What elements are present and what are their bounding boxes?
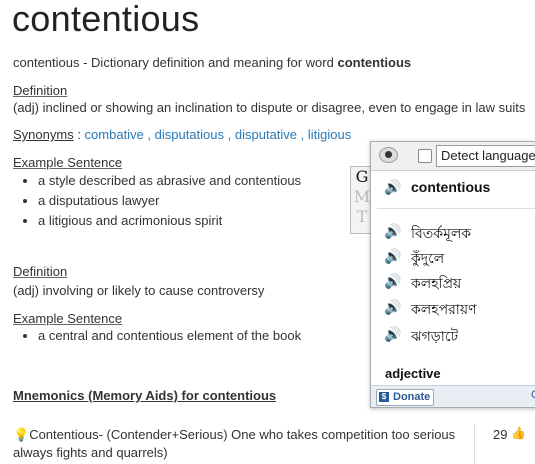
- example-item: a litigious and acrimonious spirit: [38, 211, 301, 231]
- example-list: a style described as abrasive and conten…: [20, 171, 301, 231]
- synonym-link[interactable]: disputatious: [155, 127, 224, 142]
- donate-button[interactable]: $ Donate: [376, 389, 435, 406]
- definition-text: (adj) inclined or showing an inclination…: [13, 100, 526, 115]
- synonym-link[interactable]: litigious: [308, 127, 351, 142]
- definition-label: Definition: [13, 83, 68, 98]
- part-of-speech: adjective: [385, 366, 441, 381]
- synonyms-row: Synonyms : combative , disputatious , di…: [13, 127, 352, 142]
- synonyms-colon: :: [73, 127, 85, 142]
- subtitle-prefix: contentious - Dictionary definition and …: [13, 55, 338, 70]
- example-item: a central and contentious element of the…: [38, 326, 301, 346]
- subtitle: contentious - Dictionary definition and …: [13, 55, 411, 70]
- source-word: contentious: [411, 179, 491, 195]
- bulb-icon: 💡: [13, 427, 30, 442]
- example-list: a central and contentious element of the…: [20, 326, 301, 346]
- speaker-icon[interactable]: 🔊: [384, 223, 401, 240]
- page-title: contentious: [12, 0, 200, 39]
- synonym-link[interactable]: disputative: [235, 127, 297, 142]
- translation-item: কলহপ্রিয়: [411, 276, 462, 292]
- speaker-icon[interactable]: 🔊: [384, 326, 401, 343]
- mnemonic-entry: 💡Contentious- (Contender+Serious) One wh…: [13, 426, 473, 462]
- mnemonic-text: Contentious- (Contender+Serious) One who…: [13, 427, 456, 460]
- synonyms-label: Synonyms: [13, 127, 74, 142]
- speaker-icon[interactable]: 🔊: [384, 299, 401, 316]
- translation-item: কলহপরায়ণ: [411, 302, 477, 318]
- translate-popup: Detect language 🔊 contentious 🔊 বিতর্কমূ…: [370, 141, 535, 408]
- speaker-icon[interactable]: 🔊: [384, 273, 401, 290]
- translation-item: বিতর্কমূলক: [411, 226, 472, 242]
- popup-footer: $ Donate C: [371, 385, 535, 407]
- example-sentence-label: Example Sentence: [13, 311, 123, 326]
- vote-count: 29: [493, 427, 508, 442]
- speaker-icon[interactable]: 🔊: [384, 248, 401, 265]
- definition-label: Definition: [13, 264, 68, 279]
- donate-label: Donate: [393, 391, 431, 403]
- thumbs-up-icon[interactable]: 👍: [511, 426, 526, 440]
- eye-icon[interactable]: [379, 147, 398, 163]
- mnemonics-title: Mnemonics (Memory Aids) for contentious: [13, 388, 277, 403]
- language-select[interactable]: Detect language: [436, 145, 535, 167]
- definition-text: (adj) involving or likely to cause contr…: [13, 283, 265, 298]
- dollar-icon: $: [379, 392, 389, 402]
- speaker-icon[interactable]: 🔊: [384, 179, 401, 196]
- popup-toolbar: Detect language: [371, 142, 535, 171]
- divider: [377, 208, 535, 209]
- translation-item: কুঁদুলে: [411, 251, 445, 267]
- example-sentence-label: Example Sentence: [13, 155, 123, 170]
- example-item: a disputatious lawyer: [38, 191, 301, 211]
- translation-item: ঝগড়াটে: [411, 329, 459, 345]
- language-checkbox[interactable]: [418, 149, 432, 163]
- footer-link[interactable]: C: [531, 389, 535, 401]
- vote-box: 29 👍: [474, 424, 535, 464]
- subtitle-word: contentious: [337, 55, 412, 70]
- example-item: a style described as abrasive and conten…: [38, 171, 301, 191]
- synonym-link[interactable]: combative: [85, 127, 144, 142]
